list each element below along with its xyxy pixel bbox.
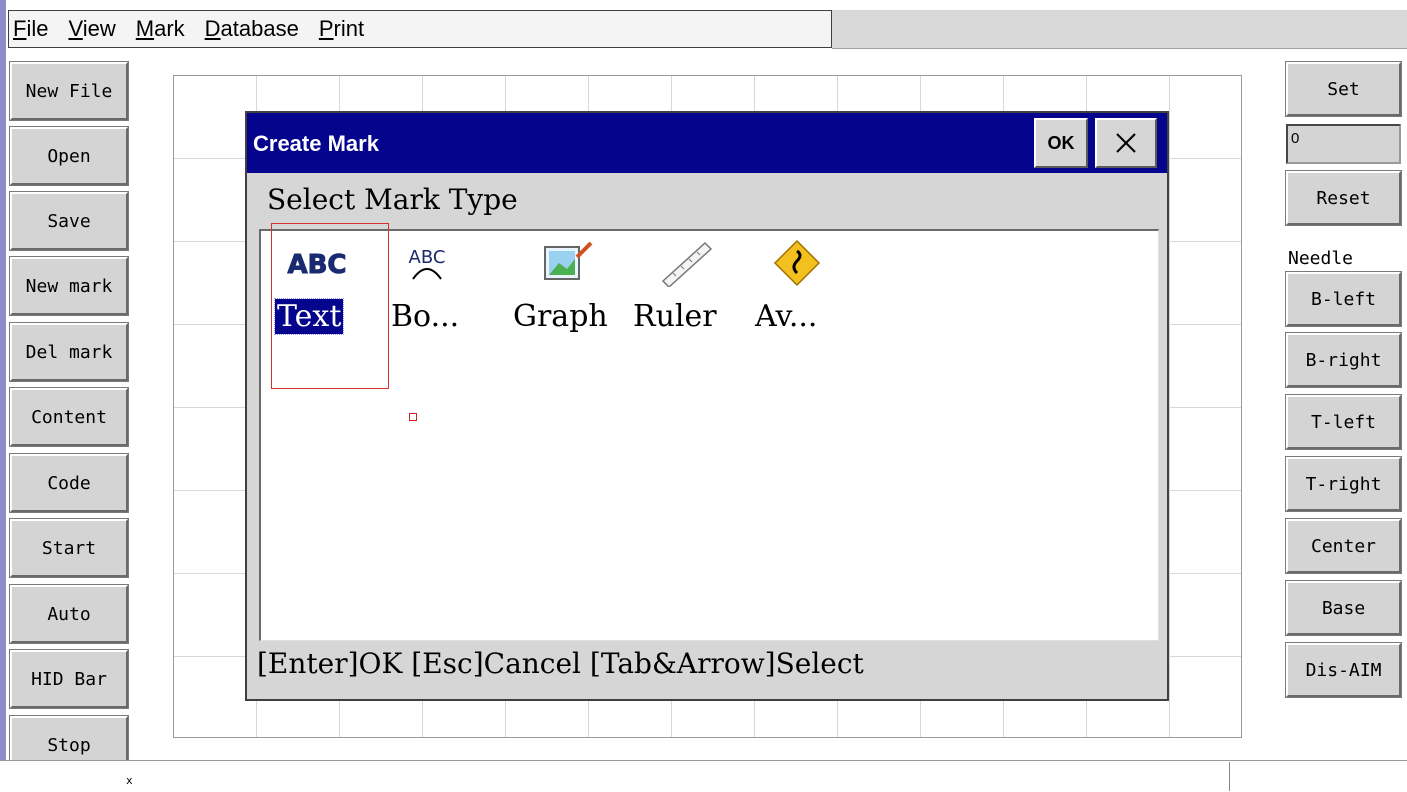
dis-aim-button[interactable]: Dis-AIM: [1285, 642, 1402, 698]
close-button[interactable]: [1095, 118, 1157, 168]
mark-type-bow-text[interactable]: ABC Bo...: [391, 231, 501, 381]
start-button[interactable]: Start: [9, 518, 129, 578]
menu-file[interactable]: File: [13, 16, 48, 42]
mark-type-list: ABC Text ABC Bo... Graph Ruler Av...: [259, 223, 1159, 641]
ruler-icon: [661, 241, 713, 287]
status-bar: [0, 760, 1407, 792]
menu-print[interactable]: Print: [319, 16, 364, 42]
left-edge-strip: [0, 0, 6, 791]
del-mark-button[interactable]: Del mark: [9, 322, 129, 382]
t-right-button[interactable]: T-right: [1285, 456, 1402, 512]
close-icon: [1116, 133, 1136, 153]
dialog-heading: Select Mark Type: [267, 183, 518, 216]
winding-road-sign-icon: [773, 239, 821, 287]
arc-text-icon: ABC: [409, 247, 446, 280]
b-left-button[interactable]: B-left: [1285, 271, 1402, 327]
save-button[interactable]: Save: [9, 191, 129, 251]
base-button[interactable]: Base: [1285, 580, 1402, 636]
new-file-button[interactable]: New File: [9, 61, 129, 121]
content-button[interactable]: Content: [9, 387, 129, 447]
code-button[interactable]: Code: [9, 453, 129, 513]
hid-bar-button[interactable]: HID Bar: [9, 649, 129, 709]
menu-database[interactable]: Database: [205, 16, 299, 42]
b-right-button[interactable]: B-right: [1285, 332, 1402, 388]
mark-type-label: Ruler: [633, 299, 717, 334]
status-divider: [1229, 762, 1230, 791]
auto-button[interactable]: Auto: [9, 584, 129, 644]
cursor-marker: [409, 413, 417, 421]
dialog-title: Create Mark: [253, 131, 379, 156]
picture-icon: [544, 241, 593, 280]
center-button[interactable]: Center: [1285, 518, 1402, 574]
reset-button[interactable]: Reset: [1285, 170, 1402, 226]
mark-type-label: Bo...: [391, 299, 460, 334]
new-mark-button[interactable]: New mark: [9, 256, 129, 316]
t-left-button[interactable]: T-left: [1285, 394, 1402, 450]
dialog-footer-hint: [Enter]OK [Esc]Cancel [Tab&Arrow]Select: [257, 647, 864, 680]
mark-type-label: Graph: [513, 299, 608, 334]
status-mark: x: [126, 774, 133, 787]
svg-text:ABC: ABC: [287, 250, 346, 280]
menu-mark[interactable]: Mark: [136, 16, 185, 42]
create-mark-dialog: Create Mark OK Select Mark Type ABC Text…: [245, 111, 1169, 701]
needle-label: Needle: [1288, 248, 1354, 269]
mark-type-label: Av...: [755, 299, 818, 334]
abc-text-icon: ABC: [287, 250, 347, 281]
menu-bar-filler: [832, 10, 1407, 49]
mark-type-avenue[interactable]: Av...: [755, 231, 865, 381]
menu-view[interactable]: View: [68, 16, 115, 42]
set-button[interactable]: Set: [1285, 61, 1402, 117]
mark-type-graph[interactable]: Graph: [513, 231, 623, 381]
open-button[interactable]: Open: [9, 126, 129, 186]
value-field[interactable]: 0: [1286, 124, 1401, 164]
menu-bar: File View Mark Database Print: [8, 10, 832, 48]
ok-button[interactable]: OK: [1034, 118, 1088, 168]
mark-type-text[interactable]: ABC Text: [271, 223, 389, 389]
dialog-titlebar[interactable]: Create Mark OK: [247, 113, 1167, 173]
mark-type-ruler[interactable]: Ruler: [633, 231, 743, 381]
mark-type-label: Text: [273, 298, 345, 335]
svg-text:ABC: ABC: [409, 247, 446, 268]
